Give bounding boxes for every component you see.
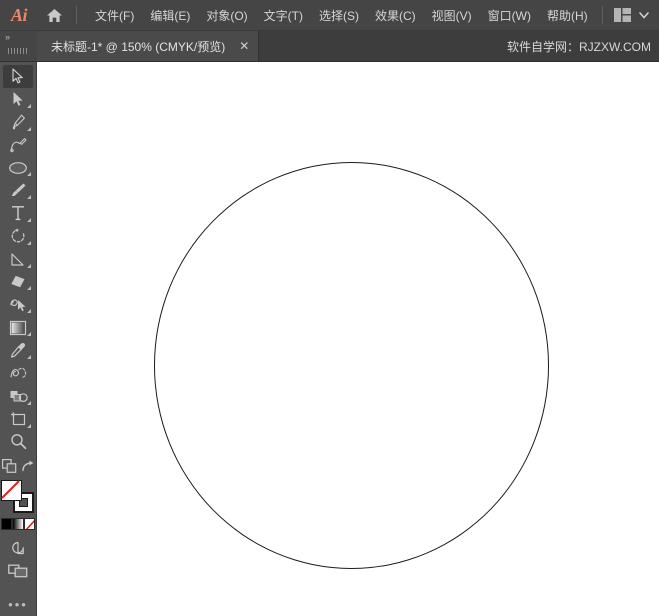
menu-bar: Ai 文件(F) 编辑(E) 对象(O) 文字(T) 选择(S) 效果(C) 视… <box>0 0 659 31</box>
blend-tool[interactable] <box>3 362 33 385</box>
ellipse-tool[interactable] <box>3 156 33 179</box>
edit-toolbar-dots-icon: ••• <box>8 596 28 612</box>
scale-tool[interactable] <box>3 248 33 271</box>
menubar-right-group <box>596 0 653 30</box>
color-mode-swatch[interactable] <box>1 518 13 531</box>
menu-item-object[interactable]: 对象(O) <box>198 3 255 28</box>
menu-item-select[interactable]: 选择(S) <box>311 3 367 28</box>
eraser-tool[interactable] <box>3 271 33 294</box>
document-tab-title: 未标题-1* @ 150% (CMYK/预览) <box>51 39 226 54</box>
type-tool[interactable] <box>3 202 33 225</box>
menubar-divider-right <box>602 6 603 24</box>
document-tab-bar: » 未标题-1* @ 150% (CMYK/预览) ✕ 软件自学网：RJZXW.… <box>0 31 659 62</box>
canvas-area[interactable] <box>37 62 659 616</box>
brand-watermark: 软件自学网：RJZXW.COM <box>507 39 651 54</box>
menu-item-file[interactable]: 文件(F) <box>87 3 142 28</box>
menubar-divider-left <box>76 6 77 24</box>
redo-arrow-icon[interactable] <box>21 460 35 478</box>
artboard-tool[interactable] <box>3 408 33 431</box>
screen-mode-icon[interactable] <box>3 536 33 559</box>
arrange-documents-icon[interactable] <box>3 559 33 582</box>
selection-tool[interactable] <box>3 65 33 88</box>
rotate-tool[interactable] <box>3 225 33 248</box>
menu-item-effect[interactable]: 效果(C) <box>367 3 424 28</box>
menu-item-window[interactable]: 窗口(W) <box>480 3 539 28</box>
ellipse-path[interactable] <box>154 162 549 569</box>
shaper-tool[interactable] <box>3 293 33 316</box>
gradient-tool[interactable] <box>3 316 33 339</box>
illustrator-window: Ai 文件(F) 编辑(E) 对象(O) 文字(T) 选择(S) 效果(C) 视… <box>0 0 659 616</box>
workspace-panels-icon[interactable] <box>612 0 632 30</box>
close-icon[interactable]: ✕ <box>237 40 251 52</box>
edit-toolbar-button[interactable]: ••• <box>3 593 33 616</box>
ai-logo: Ai <box>10 4 28 25</box>
chevron-down-icon[interactable] <box>635 0 653 30</box>
zoom-tool[interactable] <box>3 431 33 454</box>
work-area: ••• <box>0 62 659 616</box>
none-mode-swatch[interactable] <box>23 518 35 531</box>
document-tab[interactable]: 未标题-1* @ 150% (CMYK/预览) ✕ <box>37 31 260 61</box>
tools-panel: ••• <box>0 62 37 616</box>
toolbar-mode-row <box>1 459 35 478</box>
color-mode-buttons <box>1 518 35 531</box>
drawing-mode-normal[interactable] <box>1 459 17 478</box>
home-icon[interactable] <box>38 0 70 30</box>
no-fill-slash-icon <box>1 480 22 501</box>
fill-stroke-swatches <box>1 480 35 514</box>
paintbrush-tool[interactable] <box>3 179 33 202</box>
shape-builder-tool[interactable] <box>3 385 33 408</box>
menu-items: 文件(F) 编辑(E) 对象(O) 文字(T) 选择(S) 效果(C) 视图(V… <box>87 3 596 28</box>
gradient-mode-swatch[interactable] <box>12 518 24 531</box>
collapse-chevrons-icon[interactable]: » <box>5 33 10 42</box>
menu-item-type[interactable]: 文字(T) <box>256 3 311 28</box>
menu-item-help[interactable]: 帮助(H) <box>539 3 596 28</box>
eyedropper-tool[interactable] <box>3 339 33 362</box>
menu-item-edit[interactable]: 编辑(E) <box>142 3 198 28</box>
curvature-tool[interactable] <box>3 134 33 157</box>
menu-item-view[interactable]: 视图(V) <box>424 3 480 28</box>
pen-tool[interactable] <box>3 111 33 134</box>
panel-collapse-gutter[interactable]: » <box>0 31 37 61</box>
direct-selection-tool[interactable] <box>3 88 33 111</box>
fill-swatch[interactable] <box>1 480 22 502</box>
panel-grip-icon[interactable] <box>8 48 28 54</box>
